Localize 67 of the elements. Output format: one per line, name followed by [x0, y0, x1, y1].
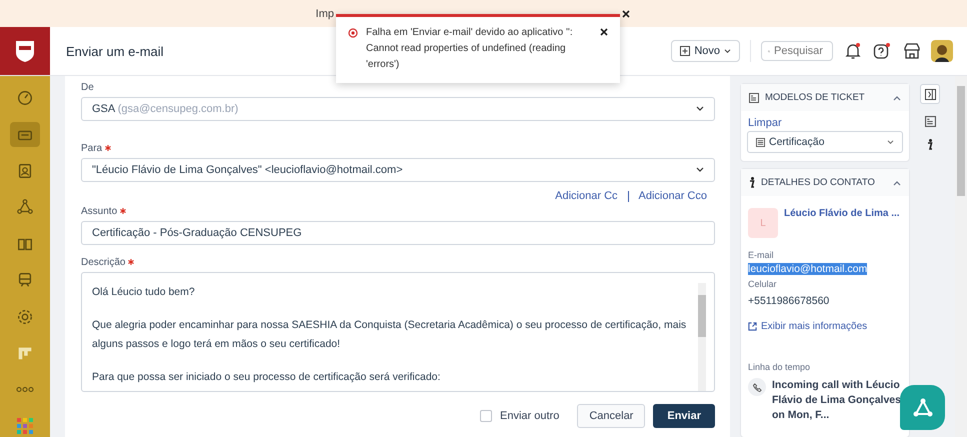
- info-icon: [749, 177, 755, 188]
- from-select[interactable]: GSA (gsa@censupeg.com.br): [81, 97, 715, 121]
- nav-item[interactable]: [10, 122, 40, 147]
- email-label: E-mail: [748, 250, 775, 260]
- field-label: Assunto: [81, 206, 715, 217]
- description-editor[interactable]: Olá Léucio tudo bem? Que alegria poder encaminhar para nossa SAESHIA da Conquista (Secretaria Acadêmica) o seu processo de certificação, mais alguns passos e logo terá em mãos o seu certificado! Para que possa ser iniciado o seu processo de certificação será verificado:: [81, 272, 715, 392]
- close-icon: [600, 28, 608, 36]
- more-icon: [16, 386, 34, 393]
- field-label: Descrição: [81, 257, 715, 268]
- collapse-icon[interactable]: [893, 180, 901, 186]
- toast-message: Falha em 'Enviar e-mail' devido ao aplicativo '': Cannot read properties of undefined (reading 'errors'): [366, 26, 574, 72]
- new-button[interactable]: Novo: [671, 40, 740, 62]
- template-select[interactable]: Certificação: [747, 131, 903, 153]
- template-icon: [749, 92, 759, 102]
- bell-icon[interactable]: [845, 42, 861, 60]
- contact-phone: +5511986678560: [748, 295, 830, 307]
- add-cc-link[interactable]: Adicionar Cc: [555, 190, 618, 202]
- external-link-icon: [748, 322, 757, 331]
- scrollbar-thumb[interactable]: [698, 295, 706, 337]
- send-another-checkbox[interactable]: [480, 410, 492, 422]
- phone-label: Celular: [748, 279, 778, 289]
- train-icon: [16, 271, 34, 290]
- field-label: Para: [81, 143, 715, 154]
- contact-avatar: L: [748, 208, 778, 238]
- network-icon: [16, 198, 34, 216]
- plus-icon: [680, 46, 690, 56]
- phone-icon: [752, 382, 762, 392]
- subject-field[interactable]: Certificação - Pós-Graduação CENSUPEG: [81, 221, 715, 245]
- help-icon[interactable]: [873, 42, 891, 60]
- template-icon[interactable]: [924, 116, 936, 127]
- collapse-icon[interactable]: [893, 94, 901, 100]
- info-icon[interactable]: [927, 139, 933, 150]
- store-icon[interactable]: [903, 42, 921, 60]
- apps-icon: [16, 416, 34, 435]
- send-button[interactable]: Enviar: [653, 404, 715, 428]
- chevron-down-icon: [887, 140, 894, 144]
- logo[interactable]: [14, 39, 36, 63]
- panel-icon: [924, 88, 936, 100]
- chat-launcher-button[interactable]: [900, 385, 945, 430]
- error-icon: [348, 28, 358, 38]
- checkbox-label: Enviar outro: [500, 410, 560, 422]
- chevron-down-icon: [724, 48, 731, 54]
- banner-text: Imp: [316, 8, 334, 20]
- dashboard-icon: [16, 89, 34, 108]
- network-icon: [912, 396, 934, 418]
- page-title: Enviar um e-mail: [66, 44, 164, 58]
- panel-toggle-button[interactable]: [920, 84, 940, 104]
- add-bcc-link[interactable]: Adicionar Cco: [638, 190, 707, 202]
- search-field[interactable]: Pesquisar: [761, 41, 833, 61]
- contact-card-icon: [16, 162, 34, 180]
- contact-email: leucioflavio@hotmail.com: [748, 263, 868, 275]
- timeline-label: Linha do tempo: [748, 362, 812, 372]
- more-info-link[interactable]: Exibir mais informações: [748, 321, 902, 332]
- card-title: MODELOS DE TICKET: [765, 92, 866, 103]
- card-title: DETALHES DO CONTATO: [761, 177, 876, 188]
- user-avatar[interactable]: [931, 40, 953, 62]
- close-icon[interactable]: [622, 10, 630, 18]
- gear-icon: [16, 308, 34, 326]
- list-icon: [756, 138, 765, 146]
- scrollbar-thumb[interactable]: [957, 86, 965, 196]
- chevron-down-icon: [696, 106, 704, 112]
- clear-link[interactable]: Limpar: [741, 111, 909, 131]
- contact-name-link[interactable]: Léucio Flávio de Lima ...: [784, 208, 900, 238]
- cancel-button[interactable]: Cancelar: [577, 404, 646, 428]
- to-select[interactable]: "Léucio Flávio de Lima Gonçalves" <leucioflavio@hotmail.com>: [81, 158, 715, 182]
- chevron-down-icon: [696, 167, 704, 173]
- field-label: De: [81, 82, 95, 93]
